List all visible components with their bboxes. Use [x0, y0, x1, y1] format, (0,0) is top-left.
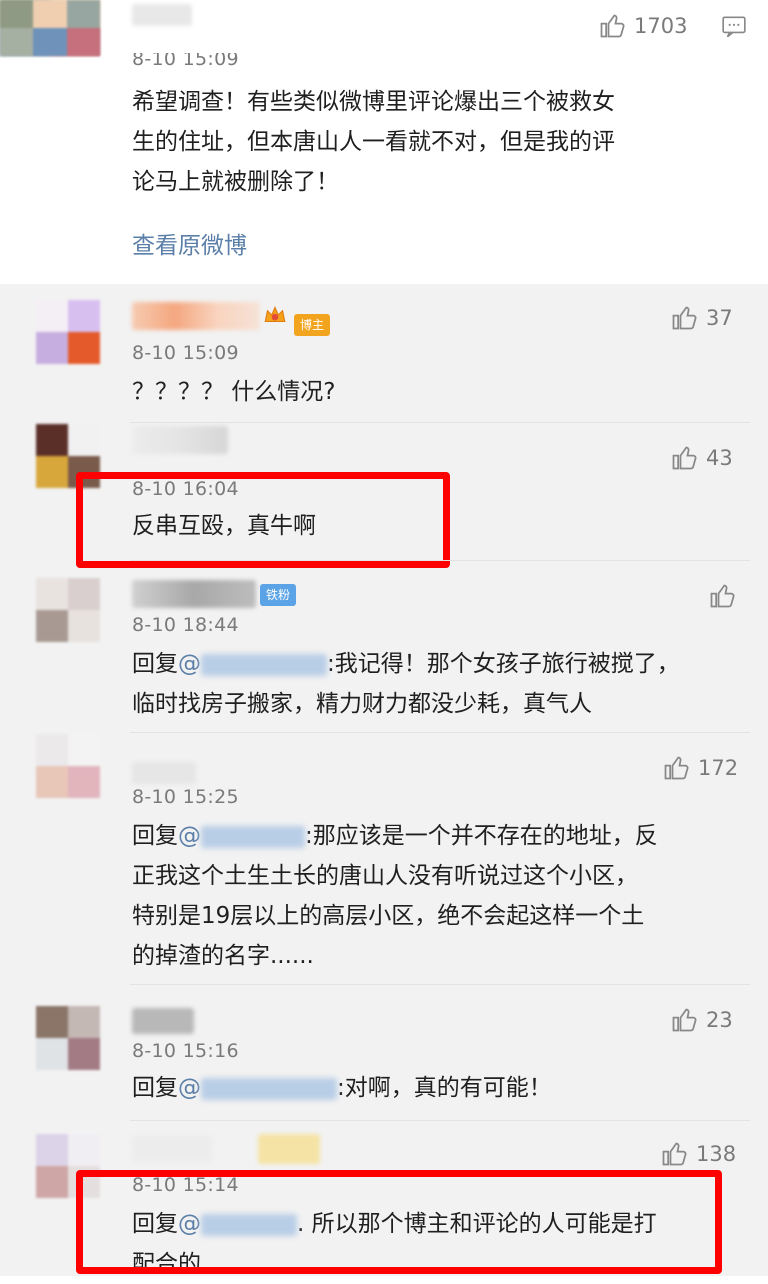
- thumbs-up-icon: [662, 1142, 687, 1166]
- like-button[interactable]: 138: [660, 1140, 736, 1168]
- mention-link[interactable]: @: [178, 651, 327, 677]
- reply-prefix: 回复: [132, 1075, 178, 1101]
- username-redacted[interactable]: [132, 762, 196, 784]
- reply-time: 8-10 15:25: [132, 786, 239, 808]
- thumbs-up-icon: [664, 756, 689, 780]
- like-count: 1703: [634, 14, 688, 38]
- reply-text-line: 回复@:那应该是一个并不存在的地址，反: [132, 816, 658, 856]
- like-count: 23: [706, 1008, 733, 1032]
- view-original-link[interactable]: 查看原微博: [132, 226, 247, 260]
- username-redacted[interactable]: [132, 1136, 212, 1162]
- like-button[interactable]: 1703: [598, 12, 687, 40]
- like-button[interactable]: 43: [670, 444, 733, 472]
- divider: [130, 1120, 750, 1121]
- comment-icon[interactable]: [720, 14, 748, 40]
- like-button[interactable]: [708, 582, 736, 610]
- username-redacted[interactable]: [132, 302, 260, 330]
- like-count: 37: [706, 306, 733, 330]
- divider: [130, 422, 750, 423]
- crown-icon: [262, 302, 288, 328]
- like-button[interactable]: 23: [670, 1006, 733, 1034]
- reply-text-line: 的掉渣的名字......: [132, 943, 314, 969]
- reply-text-line: 回复@:我记得！那个女孩子旅行被搅了，: [132, 644, 680, 684]
- reply-text: 回复@:我记得！那个女孩子旅行被搅了， 临时找房子搬家，精力财力都没少耗，真气人: [132, 644, 680, 724]
- comment-time: 8-10 15:09: [132, 48, 239, 70]
- reply-prefix: 回复: [132, 823, 178, 849]
- reply-item: 23 8-10 15:16 回复@:对啊，真的有可能！: [0, 986, 768, 1120]
- like-button[interactable]: 172: [662, 754, 738, 782]
- divider: [130, 732, 750, 733]
- mention-link[interactable]: @: [178, 823, 305, 849]
- comment-text-line: 生的住址，但本唐山人一看就不对，但是我的评: [132, 129, 615, 155]
- reply-time: 8-10 15:09: [132, 342, 239, 364]
- highlight-box: [76, 472, 450, 568]
- username-redacted[interactable]: [132, 426, 228, 454]
- avatar[interactable]: [36, 578, 100, 642]
- reply-text-segment: :对啊，真的有可能！: [337, 1075, 552, 1101]
- fan-badge: 铁粉: [260, 584, 297, 606]
- like-button[interactable]: 37: [670, 304, 733, 332]
- username-redacted[interactable]: [132, 580, 256, 608]
- avatar[interactable]: [36, 300, 100, 364]
- highlight-box: [76, 1170, 722, 1274]
- main-comment: 1703 8-10 15:09 希望调查！有些类似微博里评论爆出三个被救女 生的…: [0, 0, 768, 284]
- thumbs-up-icon: [672, 1008, 697, 1032]
- like-count: 138: [696, 1142, 737, 1166]
- mention-link[interactable]: @: [178, 1075, 337, 1101]
- username-redacted[interactable]: [132, 1008, 194, 1034]
- reply-text-line: 特别是19层以上的高层小区，绝不会起这样一个土: [132, 903, 645, 929]
- reply-time: 8-10 18:44: [132, 614, 239, 636]
- reply-prefix: 回复: [132, 651, 178, 677]
- thumbs-up-icon: [600, 14, 625, 38]
- comment-text-line: 希望调查！有些类似微博里评论爆出三个被救女: [132, 89, 615, 115]
- reply-item: 博主 37 8-10 15:09 ？？？？ 什么情况?: [0, 284, 768, 424]
- divider: [130, 984, 750, 985]
- reply-text: 回复@:对啊，真的有可能！: [132, 1068, 552, 1108]
- divider: [130, 560, 750, 561]
- reply-item: 172 8-10 15:25 回复@:那应该是一个并不存在的地址，反 正我这个土…: [0, 734, 768, 984]
- badge-redacted: [258, 1134, 320, 1164]
- avatar[interactable]: [36, 734, 100, 798]
- comment-text-line: 论马上就被删除了！: [132, 169, 339, 195]
- reply-text-line: 回复@:对啊，真的有可能！: [132, 1068, 552, 1108]
- like-count: 172: [698, 756, 739, 780]
- reply-time: 8-10 15:16: [132, 1040, 239, 1062]
- thumbs-up-icon: [672, 446, 697, 470]
- reply-text-line: 正我这个土生土长的唐山人没有听说过这个小区，: [132, 863, 638, 889]
- reply-text-line: 临时找房子搬家，精力财力都没少耗，真气人: [132, 691, 592, 717]
- username-redacted[interactable]: [132, 4, 192, 26]
- reply-text-segment: :那应该是一个并不存在的地址，反: [305, 823, 658, 849]
- thumbs-up-icon: [672, 306, 697, 330]
- avatar[interactable]: [36, 1006, 100, 1070]
- reply-item: 铁粉 8-10 18:44 回复@:我记得！那个女孩子旅行被搅了， 临时找房子搬…: [0, 562, 768, 732]
- avatar-mosaic: [0, 0, 100, 56]
- reply-text: ？？？？ 什么情况?: [132, 379, 336, 405]
- host-badge: 博主: [294, 314, 331, 336]
- comment-text: 希望调查！有些类似微博里评论爆出三个被救女 生的住址，但本唐山人一看就不对，但是…: [132, 82, 615, 202]
- like-count: 43: [706, 446, 733, 470]
- thumbs-up-icon: [710, 584, 735, 608]
- reply-text: 回复@:那应该是一个并不存在的地址，反 正我这个土生土长的唐山人没有听说过这个小…: [132, 816, 658, 976]
- reply-text-segment: :我记得！那个女孩子旅行被搅了，: [327, 651, 680, 677]
